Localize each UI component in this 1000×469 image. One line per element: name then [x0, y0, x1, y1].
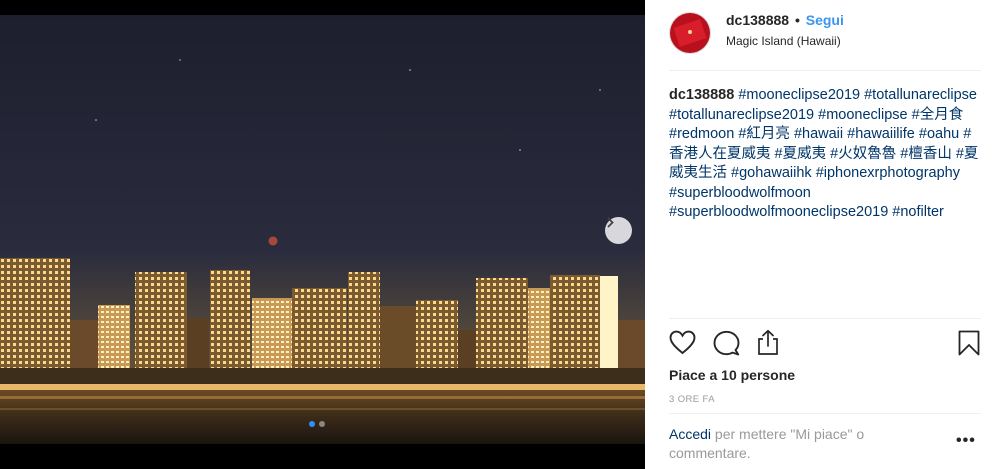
caption-tags: #mooneclipse2019 #totallunareclipse #tot… [669, 87, 978, 220]
hashtag-link[interactable]: #superbloodwolfmoon [669, 185, 811, 201]
hashtag-link[interactable]: #superbloodwolfmooneclipse2019 [669, 204, 888, 220]
hashtag-link[interactable]: #紅月亮 [738, 126, 790, 142]
hashtag-link[interactable]: #oahu [919, 126, 959, 142]
location-link[interactable]: Magic Island (Hawaii) [726, 34, 841, 48]
login-link[interactable]: Accedi [669, 426, 711, 442]
save-button[interactable] [958, 330, 980, 361]
hashtag-link[interactable]: #gohawaiihk [731, 165, 812, 181]
night-skyline-image [0, 0, 645, 469]
carousel-dot [319, 421, 325, 427]
hashtag-link[interactable]: #檀香山 [900, 146, 952, 162]
comment-icon [713, 330, 740, 356]
like-button[interactable] [669, 330, 696, 360]
hashtag-link[interactable]: #mooneclipse [818, 107, 907, 123]
carousel-indicator [309, 421, 325, 427]
post-caption: dc138888 #mooneclipse2019 #totallunarecl… [669, 86, 984, 223]
hashtag-link[interactable]: #redmoon [669, 126, 734, 142]
login-prompt: Accedi per mettere "Mi piace" o commenta… [669, 425, 929, 463]
share-icon [758, 329, 778, 355]
comment-button[interactable] [713, 330, 740, 361]
hashtag-link[interactable]: #iphonexrphotography [816, 165, 960, 181]
hashtag-link[interactable]: #mooneclipse2019 [738, 87, 860, 103]
carousel-dot-active [309, 421, 315, 427]
post-photo[interactable] [0, 0, 645, 469]
chevron-right-icon [607, 217, 614, 228]
actions-divider [669, 318, 981, 319]
like-count[interactable]: Piace a 10 persone [669, 367, 795, 383]
avatar[interactable] [669, 12, 711, 54]
username-link[interactable]: dc138888 [726, 12, 789, 28]
post-sidebar: dc138888 • Segui Magic Island (Hawaii) d… [645, 0, 1000, 469]
footer-divider [669, 413, 981, 414]
more-options-button[interactable]: ••• [956, 432, 976, 450]
separator-dot: • [794, 12, 800, 28]
hashtag-link[interactable]: #火奴魯魯 [830, 146, 896, 162]
hashtag-link[interactable]: #hawaiilife [847, 126, 915, 142]
share-button[interactable] [756, 329, 780, 361]
hashtag-link[interactable]: #totallunareclipse [864, 87, 977, 103]
follow-button[interactable]: Segui [806, 12, 844, 28]
hashtag-link[interactable]: #totallunareclipse2019 [669, 107, 814, 123]
red-moon [268, 236, 278, 246]
hashtag-link[interactable]: #hawaii [794, 126, 843, 142]
next-slide-button[interactable] [605, 217, 632, 244]
hashtag-link[interactable]: #nofilter [892, 204, 944, 220]
bookmark-icon [958, 330, 980, 356]
post-header: dc138888 • Segui Magic Island (Hawaii) [669, 6, 981, 71]
heart-icon [669, 330, 696, 355]
post-time[interactable]: 3 ORE FA [669, 394, 715, 405]
header-user-line: dc138888 • Segui [726, 12, 844, 28]
hashtag-link[interactable]: #夏威夷 [775, 146, 827, 162]
hashtag-link[interactable]: #全月食 [912, 107, 964, 123]
caption-username[interactable]: dc138888 [669, 87, 734, 103]
